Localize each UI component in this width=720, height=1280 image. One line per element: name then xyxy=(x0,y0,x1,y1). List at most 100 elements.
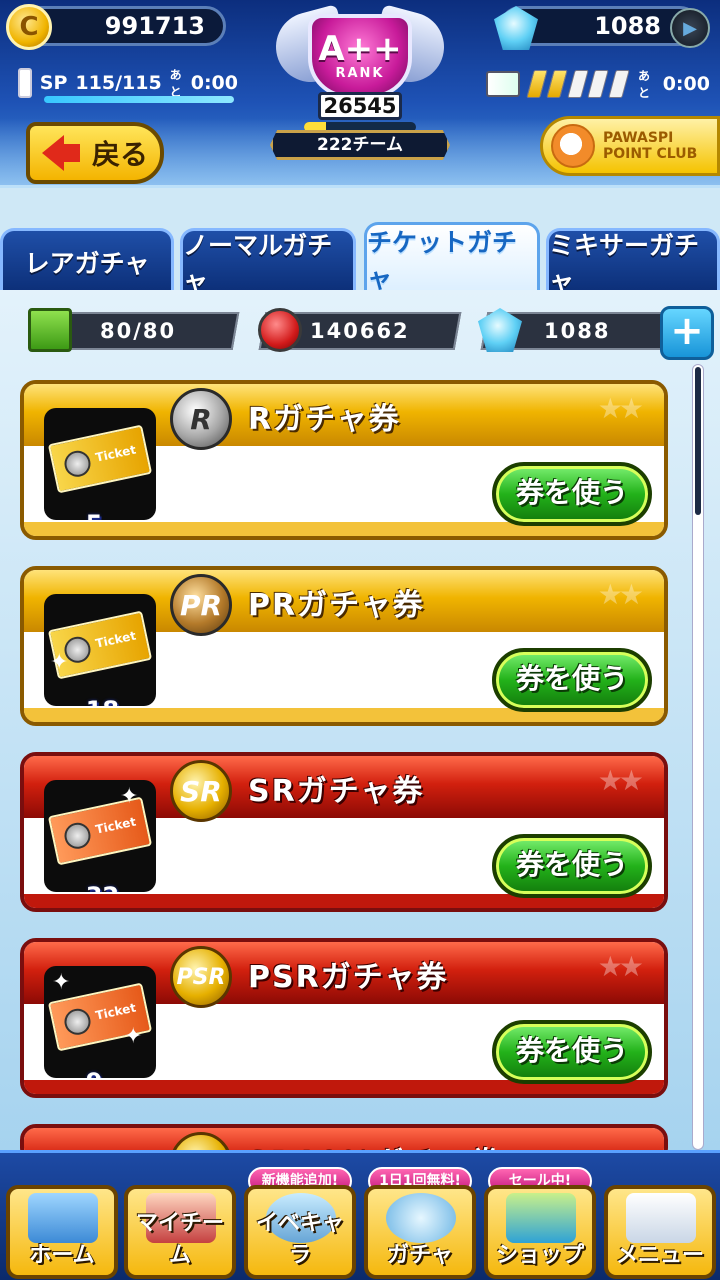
ticket-count: ×32 xyxy=(74,882,119,892)
menu-icon xyxy=(626,1193,696,1243)
stamina-remaining-label: あと xyxy=(637,69,650,100)
box-count: 80/80 xyxy=(99,319,177,343)
nav-home[interactable]: ホーム xyxy=(6,1185,118,1279)
ticket-icon: Ticket xyxy=(47,424,153,494)
card-title: Rガチャ券 xyxy=(248,402,401,437)
gem-value: 1088 xyxy=(594,12,661,40)
ticket-thumbnail: Ticket ×5 xyxy=(44,408,156,520)
ticket-count: ×9 xyxy=(74,1068,103,1078)
gacha-tab-bar: レアガチャ ノーマルガチャ チケットガチャ ミキサーガチャ xyxy=(0,222,720,296)
green-box-icon xyxy=(28,308,72,352)
ticket-card-r: ★★ R Rガチャ券 Ticket ×5 券を使う xyxy=(20,380,668,540)
ticket-count-value: 9 xyxy=(86,1068,103,1078)
ticket-thumbnail: Ticket ✦ ×32 xyxy=(44,780,156,892)
card-title: PRガチャ券 xyxy=(248,588,425,623)
back-button[interactable]: 戻る xyxy=(26,122,164,184)
tab-normal-gacha[interactable]: ノーマルガチャ xyxy=(180,228,356,296)
rarity-medal-icon: PSR xyxy=(170,946,232,1008)
use-ticket-button[interactable]: 券を使う xyxy=(492,648,652,712)
nav-my-team[interactable]: マイチーム xyxy=(124,1185,236,1279)
sparkle-icon: ✦ xyxy=(124,1024,143,1049)
sp-label: SP xyxy=(39,72,68,94)
ticket-thumbnail: Ticket ✦ ✦ ×9 xyxy=(44,966,156,1078)
use-ticket-button[interactable]: 券を使う xyxy=(492,1020,652,1084)
sp-progress-fill xyxy=(44,96,234,103)
stamina-segment xyxy=(546,70,569,98)
gem-count: 1088 xyxy=(543,319,611,343)
rank-label: RANK xyxy=(335,65,385,81)
rank-grade: A++ xyxy=(318,28,402,69)
sp-time: 0:00 xyxy=(190,72,238,94)
star-decoration-icon: ★★ xyxy=(597,764,644,797)
nav-event-characters[interactable]: イベキャラ xyxy=(244,1185,356,1279)
scrollbar[interactable] xyxy=(692,364,704,1150)
stamina-time: 0:00 xyxy=(662,73,710,95)
card-title: SRガチャ券 xyxy=(248,774,425,809)
gacha-icon xyxy=(386,1193,456,1243)
nav-shop[interactable]: ショップ xyxy=(484,1185,596,1279)
back-button-label: 戻る xyxy=(92,138,149,171)
gem-shop-arrow-icon[interactable]: ▶ xyxy=(670,8,710,48)
stamina-segment xyxy=(525,70,548,98)
sp-value: 115/115 xyxy=(75,72,162,94)
nav-menu-label: メニュー xyxy=(615,1243,704,1268)
tab-rare-gacha[interactable]: レアガチャ xyxy=(0,228,174,292)
baseball-icon xyxy=(551,124,595,168)
card-title: PSRガチャ券 xyxy=(248,960,449,995)
star-decoration-icon: ★★ xyxy=(597,578,644,611)
ball-count: 140662 xyxy=(310,319,410,343)
rarity-medal-icon: SR xyxy=(170,760,232,822)
point-club-line1: PAWASPI xyxy=(603,130,674,146)
ticket-card-pr: ★★ PR PRガチャ券 Ticket ✦ ×18 券を使う xyxy=(20,566,668,726)
use-ticket-button[interactable]: 券を使う xyxy=(492,834,652,898)
red-ball-icon xyxy=(258,308,302,352)
nav-home-label: ホーム xyxy=(29,1243,95,1268)
nav-event-characters-label: イベキャラ xyxy=(255,1211,344,1268)
star-decoration-icon: ★★ xyxy=(597,392,644,425)
ticket-thumbnail: Ticket ✦ ×18 xyxy=(44,594,156,706)
bottom-navigation: 新機能追加! 1日1回無料! セール中! ホーム マイチーム イベキャラ ガチャ… xyxy=(0,1150,720,1280)
add-gems-button[interactable]: + xyxy=(660,306,714,360)
sparkle-icon: ✦ xyxy=(120,784,139,809)
use-ticket-button[interactable]: 券を使う xyxy=(492,462,652,526)
ticket-card-psr: ★★ PSR PSRガチャ券 Ticket ✦ ✦ ×9 券を使う xyxy=(20,938,668,1098)
star-decoration-icon: ★★ xyxy=(597,950,644,983)
sparkle-icon: ✦ xyxy=(52,970,71,995)
ticket-gacha-panel: 80/80 140662 1088 + ★★ R Rガチャ券 Ticket ×5… xyxy=(0,290,720,1164)
point-club-label: PAWASPI POINT CLUB xyxy=(603,130,697,162)
nav-gacha-label: ガチャ xyxy=(387,1243,453,1268)
tab-ticket-gacha[interactable]: チケットガチャ xyxy=(364,222,540,293)
sparkle-icon: ✦ xyxy=(50,650,69,675)
sp-progress-bar xyxy=(44,96,234,103)
rank-shield: A++ RANK xyxy=(308,14,412,98)
nav-menu[interactable]: メニュー xyxy=(604,1185,716,1279)
baseball-ticket-icon xyxy=(486,71,520,97)
rank-emblem[interactable]: A++ RANK 26545 xyxy=(268,4,452,132)
scrollbar-thumb[interactable] xyxy=(695,367,701,515)
sp-remaining-label: あと xyxy=(169,68,182,99)
team-name: 222チーム xyxy=(270,130,450,160)
stamina-segment xyxy=(566,70,589,98)
coin-value: 991713 xyxy=(104,12,205,40)
top-status-bar: 991713 C 1088 ▶ SP 115/115 あと 0:00 あと 0:… xyxy=(0,0,720,188)
sp-card-icon xyxy=(18,68,32,98)
nav-gacha[interactable]: ガチャ xyxy=(364,1185,476,1279)
nav-my-team-label: マイチーム xyxy=(135,1211,224,1268)
ticket-count-value: 18 xyxy=(86,696,119,706)
rarity-medal-icon: PR xyxy=(170,574,232,636)
rarity-medal-icon: R xyxy=(170,388,232,450)
ticket-count: ×5 xyxy=(74,510,103,520)
stamina-segment xyxy=(607,70,630,98)
nav-shop-label: ショップ xyxy=(495,1243,584,1268)
point-club-button[interactable]: PAWASPI POINT CLUB xyxy=(540,116,720,176)
ticket-count-value: 5 xyxy=(86,510,103,520)
tab-mixer-gacha[interactable]: ミキサーガチャ xyxy=(546,228,720,296)
ticket-stamina: あと 0:00 xyxy=(486,66,710,102)
stamina-segment xyxy=(587,70,610,98)
shop-icon xyxy=(506,1193,576,1243)
rank-score: 26545 xyxy=(318,92,402,120)
coin-icon: C xyxy=(6,4,52,50)
ticket-count-value: 32 xyxy=(86,882,119,892)
sp-status: SP 115/115 あと 0:00 xyxy=(18,66,238,100)
ticket-card-sr: ★★ SR SRガチャ券 Ticket ✦ ×32 券を使う xyxy=(20,752,668,912)
